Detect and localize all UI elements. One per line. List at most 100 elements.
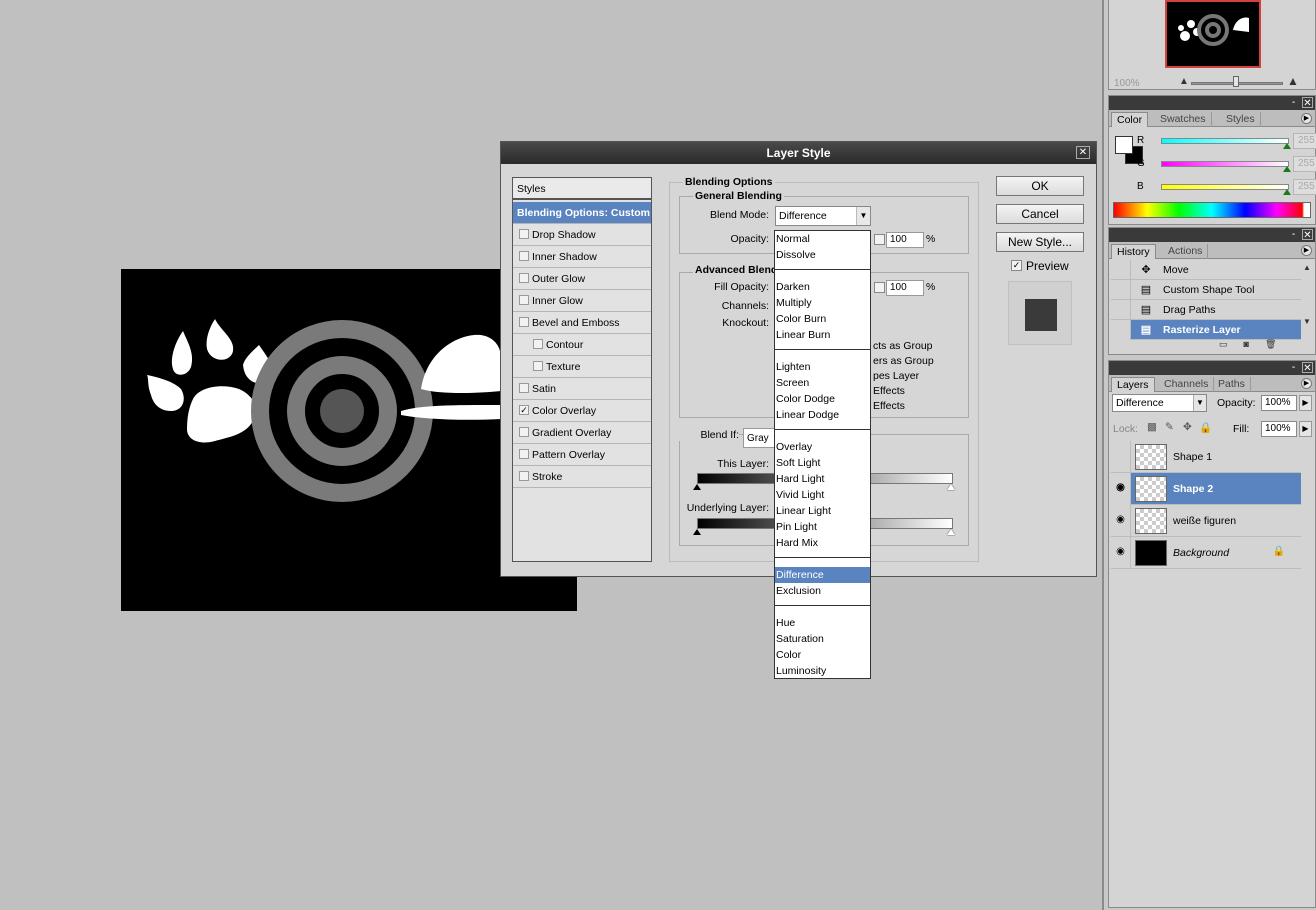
blend-option-overlay[interactable]: Overlay (775, 439, 870, 455)
lock-brush-icon[interactable]: ✎ (1165, 421, 1174, 433)
preview-checkbox[interactable]: ✓ (1011, 260, 1022, 271)
panel-menu-icon[interactable]: ▶ (1301, 378, 1312, 389)
vector-mask-hides-effects-option[interactable]: Effects (873, 400, 905, 412)
eye-icon[interactable]: ◉ (1111, 537, 1131, 569)
slider-handle-icon[interactable] (1283, 166, 1291, 172)
blend-option-screen[interactable]: Screen (775, 375, 870, 391)
style-item-inner-shadow[interactable]: Inner Shadow (513, 246, 651, 268)
channel-slider[interactable] (1161, 138, 1289, 144)
blend-option-hard-light[interactable]: Hard Light (775, 471, 870, 487)
channel-slider[interactable] (1161, 161, 1289, 167)
checkbox[interactable] (519, 471, 529, 481)
ok-button[interactable]: OK (996, 176, 1084, 196)
blend-option-color[interactable]: Color (775, 647, 870, 663)
blend-option-darken[interactable]: Darken (775, 279, 870, 295)
checkbox[interactable] (519, 449, 529, 459)
style-item-inner-glow[interactable]: Inner Glow (513, 290, 651, 312)
this-layer-black-stop[interactable] (693, 484, 701, 490)
checkbox[interactable] (519, 317, 529, 327)
minimize-icon[interactable]: - (1288, 97, 1299, 108)
channel-slider[interactable] (1161, 184, 1289, 190)
style-item-satin[interactable]: Satin (513, 378, 651, 400)
checkbox[interactable] (533, 339, 543, 349)
navigator-zoom-field[interactable]: 100% (1114, 78, 1140, 89)
blend-option-normal[interactable]: Normal (775, 231, 870, 247)
fill-opacity-field[interactable]: 100 (886, 280, 924, 296)
dialog-titlebar[interactable]: Layer Style ✕ (501, 142, 1096, 164)
transparency-shapes-layer-option[interactable]: pes Layer (873, 370, 919, 382)
zoom-out-icon[interactable]: ▲ (1179, 76, 1189, 87)
blend-mode-select[interactable]: Difference ▼ (775, 206, 871, 226)
history-snapshot-toggle[interactable] (1111, 280, 1131, 300)
history-item[interactable]: ✥ Move (1111, 260, 1301, 280)
history-item-selected[interactable]: ▤ Rasterize Layer (1111, 320, 1301, 340)
blend-option-soft-light[interactable]: Soft Light (775, 455, 870, 471)
history-scrollbar[interactable]: ▲ ▼ (1303, 263, 1312, 326)
blend-option-linear-dodge[interactable]: Linear Dodge (775, 407, 870, 423)
tab-paths[interactable]: Paths (1213, 377, 1251, 392)
style-item-pattern-overlay[interactable]: Pattern Overlay (513, 444, 651, 466)
blend-option-hue[interactable]: Hue (775, 615, 870, 631)
color-spectrum-ramp[interactable] (1113, 202, 1311, 218)
layer-visibility-toggle[interactable] (1111, 441, 1131, 473)
slider-handle-icon[interactable] (1283, 189, 1291, 195)
channel-value[interactable]: 255 (1293, 133, 1316, 149)
eye-icon[interactable]: ◉ (1111, 505, 1131, 537)
layer-row[interactable]: ◉ Background 🔒 (1111, 537, 1301, 569)
blend-option-exclusion[interactable]: Exclusion (775, 583, 870, 599)
blend-option-linear-light[interactable]: Linear Light (775, 503, 870, 519)
layer-row[interactable]: ◉ weiße figuren (1111, 505, 1301, 537)
zoom-in-icon[interactable]: ▲ (1287, 74, 1299, 88)
history-footer-icons[interactable]: ▭◙🗑 (1219, 339, 1292, 350)
cancel-button[interactable]: Cancel (996, 204, 1084, 224)
history-snapshot-toggle[interactable] (1111, 320, 1131, 340)
blend-option-linear-burn[interactable]: Linear Burn (775, 327, 870, 343)
style-item-drop-shadow[interactable]: Drop Shadow (513, 224, 651, 246)
checkbox[interactable] (533, 361, 543, 371)
history-snapshot-toggle[interactable] (1111, 300, 1131, 320)
checkbox[interactable] (519, 427, 529, 437)
tab-swatches[interactable]: Swatches (1155, 112, 1212, 127)
panel-menu-icon[interactable]: ▶ (1301, 245, 1312, 256)
tab-styles[interactable]: Styles (1221, 112, 1261, 127)
checkbox-checked[interactable]: ✓ (519, 405, 529, 415)
blend-option-difference[interactable]: Difference (775, 567, 870, 583)
channel-value[interactable]: 255 (1293, 179, 1316, 195)
blend-option-lighten[interactable]: Lighten (775, 359, 870, 375)
blend-option-multiply[interactable]: Multiply (775, 295, 870, 311)
underlying-black-stop[interactable] (693, 529, 701, 535)
minimize-icon[interactable]: - (1288, 229, 1299, 240)
tab-layers[interactable]: Layers (1111, 377, 1155, 392)
blend-option-vivid-light[interactable]: Vivid Light (775, 487, 870, 503)
layer-opacity-field[interactable]: 100% (1261, 395, 1297, 411)
foreground-color-swatch[interactable] (1115, 136, 1133, 154)
underlying-white-stop[interactable] (947, 529, 955, 535)
slider-handle-icon[interactable] (1283, 143, 1291, 149)
this-layer-white-stop[interactable] (947, 484, 955, 490)
lock-transparency-icon[interactable]: ▩ (1147, 421, 1157, 433)
style-item-texture[interactable]: Texture (513, 356, 651, 378)
chevron-right-icon[interactable]: ▶ (1299, 421, 1312, 437)
tab-channels[interactable]: Channels (1159, 377, 1215, 392)
checkbox[interactable] (519, 251, 529, 261)
style-item-bevel-emboss[interactable]: Bevel and Emboss (513, 312, 651, 334)
style-item-color-overlay[interactable]: ✓ Color Overlay (513, 400, 651, 422)
close-icon[interactable]: ✕ (1076, 146, 1090, 159)
layer-row[interactable]: Shape 1 (1111, 441, 1301, 473)
blend-clipped-layers-option[interactable]: ers as Group (873, 355, 934, 367)
lock-move-icon[interactable]: ✥ (1183, 421, 1192, 433)
blend-option-color-burn[interactable]: Color Burn (775, 311, 870, 327)
blend-option-dissolve[interactable]: Dissolve (775, 247, 870, 263)
history-snapshot-toggle[interactable] (1111, 260, 1131, 280)
chevron-right-icon[interactable]: ▶ (1299, 395, 1312, 411)
layers-panel-titlebar[interactable]: - ✕ (1109, 361, 1315, 375)
tab-color[interactable]: Color (1111, 112, 1149, 127)
blend-option-hard-mix[interactable]: Hard Mix (775, 535, 870, 551)
panel-menu-icon[interactable]: ▶ (1301, 113, 1312, 124)
checkbox[interactable] (519, 229, 529, 239)
tab-history[interactable]: History (1111, 244, 1156, 259)
blend-option-pin-light[interactable]: Pin Light (775, 519, 870, 535)
layer-mask-hides-effects-option[interactable]: Effects (873, 385, 905, 397)
checkbox[interactable] (519, 273, 529, 283)
checkbox[interactable] (519, 295, 529, 305)
